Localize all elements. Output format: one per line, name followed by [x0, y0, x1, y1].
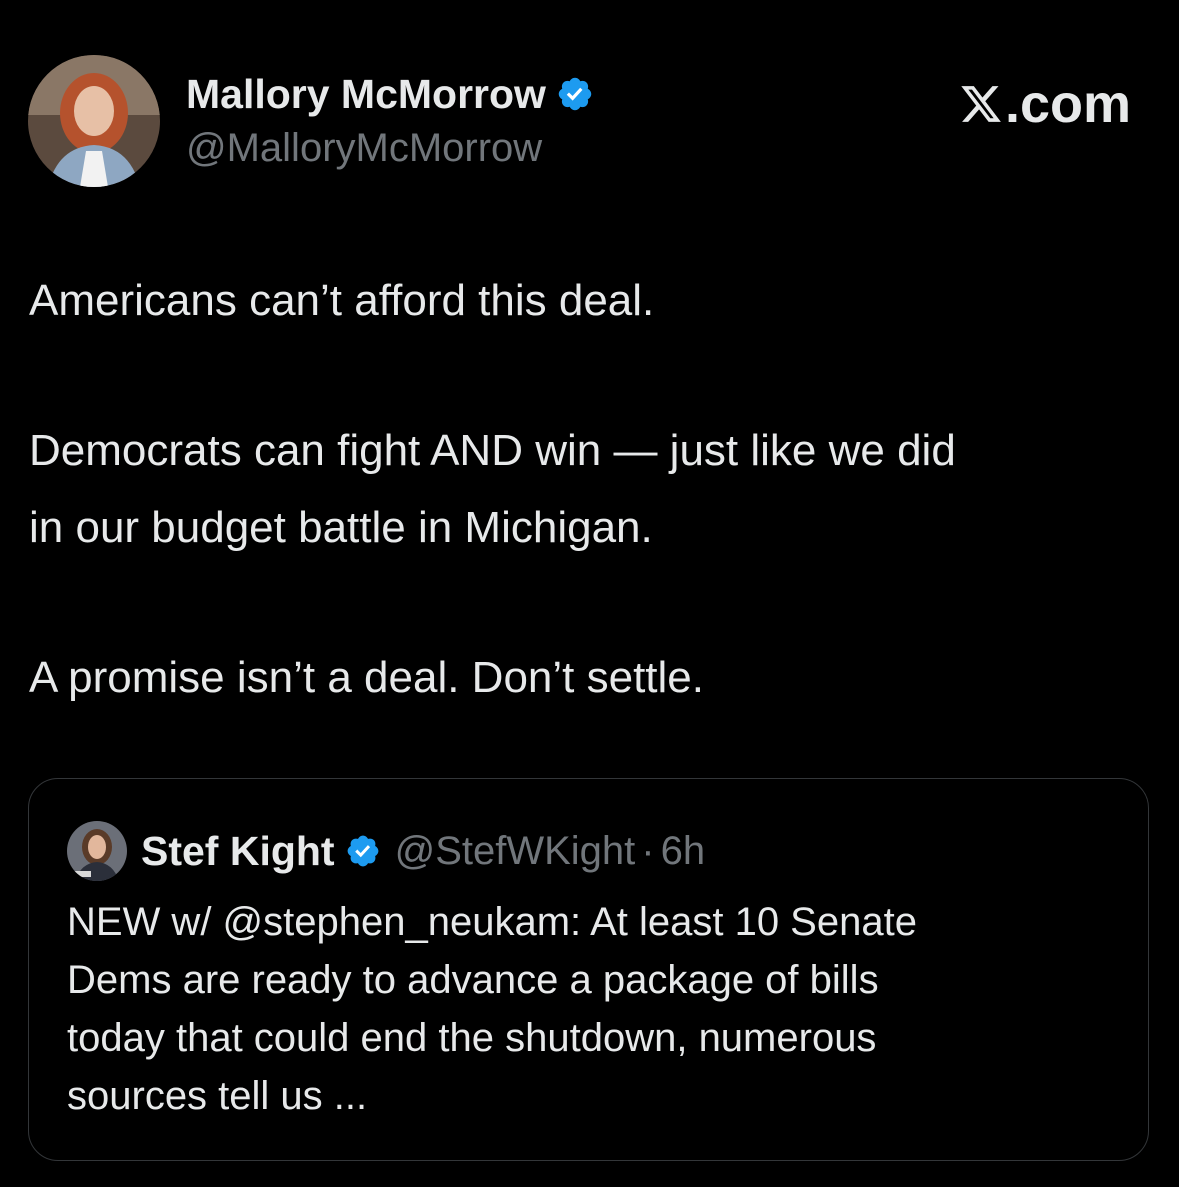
x-com-logo: .com — [959, 72, 1131, 136]
tweet-line: Americans can’t afford this deal. — [29, 276, 655, 325]
author-name[interactable]: Mallory McMorrow — [186, 68, 594, 120]
author-avatar[interactable] — [28, 55, 160, 187]
quoted-tweet-line: Dems are ready to advance a package of b… — [67, 958, 879, 1002]
author-name-text[interactable]: Mallory McMorrow — [186, 68, 546, 120]
x-com-logo-text: .com — [1004, 74, 1131, 134]
tweet-body: Americans can’t afford this deal. Democr… — [29, 262, 1139, 716]
author-handle[interactable]: @MalloryMcMorrow — [186, 124, 542, 172]
tweet-line: A promise isn’t a deal. Don’t settle. — [29, 653, 704, 702]
quoted-author-avatar[interactable] — [67, 821, 127, 881]
quoted-author-name[interactable]: Stef Kight — [141, 828, 335, 875]
quoted-tweet-header: Stef Kight @StefWKight · 6h — [67, 821, 705, 881]
separator-dot: · — [641, 828, 655, 873]
tweet-line: Democrats can fight AND win — just like … — [29, 426, 956, 475]
quoted-tweet-line: NEW w/ @stephen_neukam: At least 10 Sena… — [67, 900, 917, 944]
tweet-line: in our budget battle in Michigan. — [29, 503, 653, 552]
quoted-tweet-card[interactable]: Stef Kight @StefWKight · 6h NEW w/ @step… — [28, 778, 1149, 1161]
quoted-author-handle[interactable]: @StefWKight — [395, 829, 636, 874]
quoted-tweet-body: NEW w/ @stephen_neukam: At least 10 Sena… — [67, 893, 1127, 1125]
quoted-tweet-line: sources tell us ... — [67, 1074, 368, 1118]
verified-badge-icon — [347, 835, 378, 867]
x-logo-icon — [961, 86, 1001, 122]
verified-badge-icon — [558, 77, 592, 111]
quoted-tweet-line: today that could end the shutdown, numer… — [67, 1016, 877, 1060]
quoted-tweet-timestamp[interactable]: 6h — [661, 829, 706, 874]
